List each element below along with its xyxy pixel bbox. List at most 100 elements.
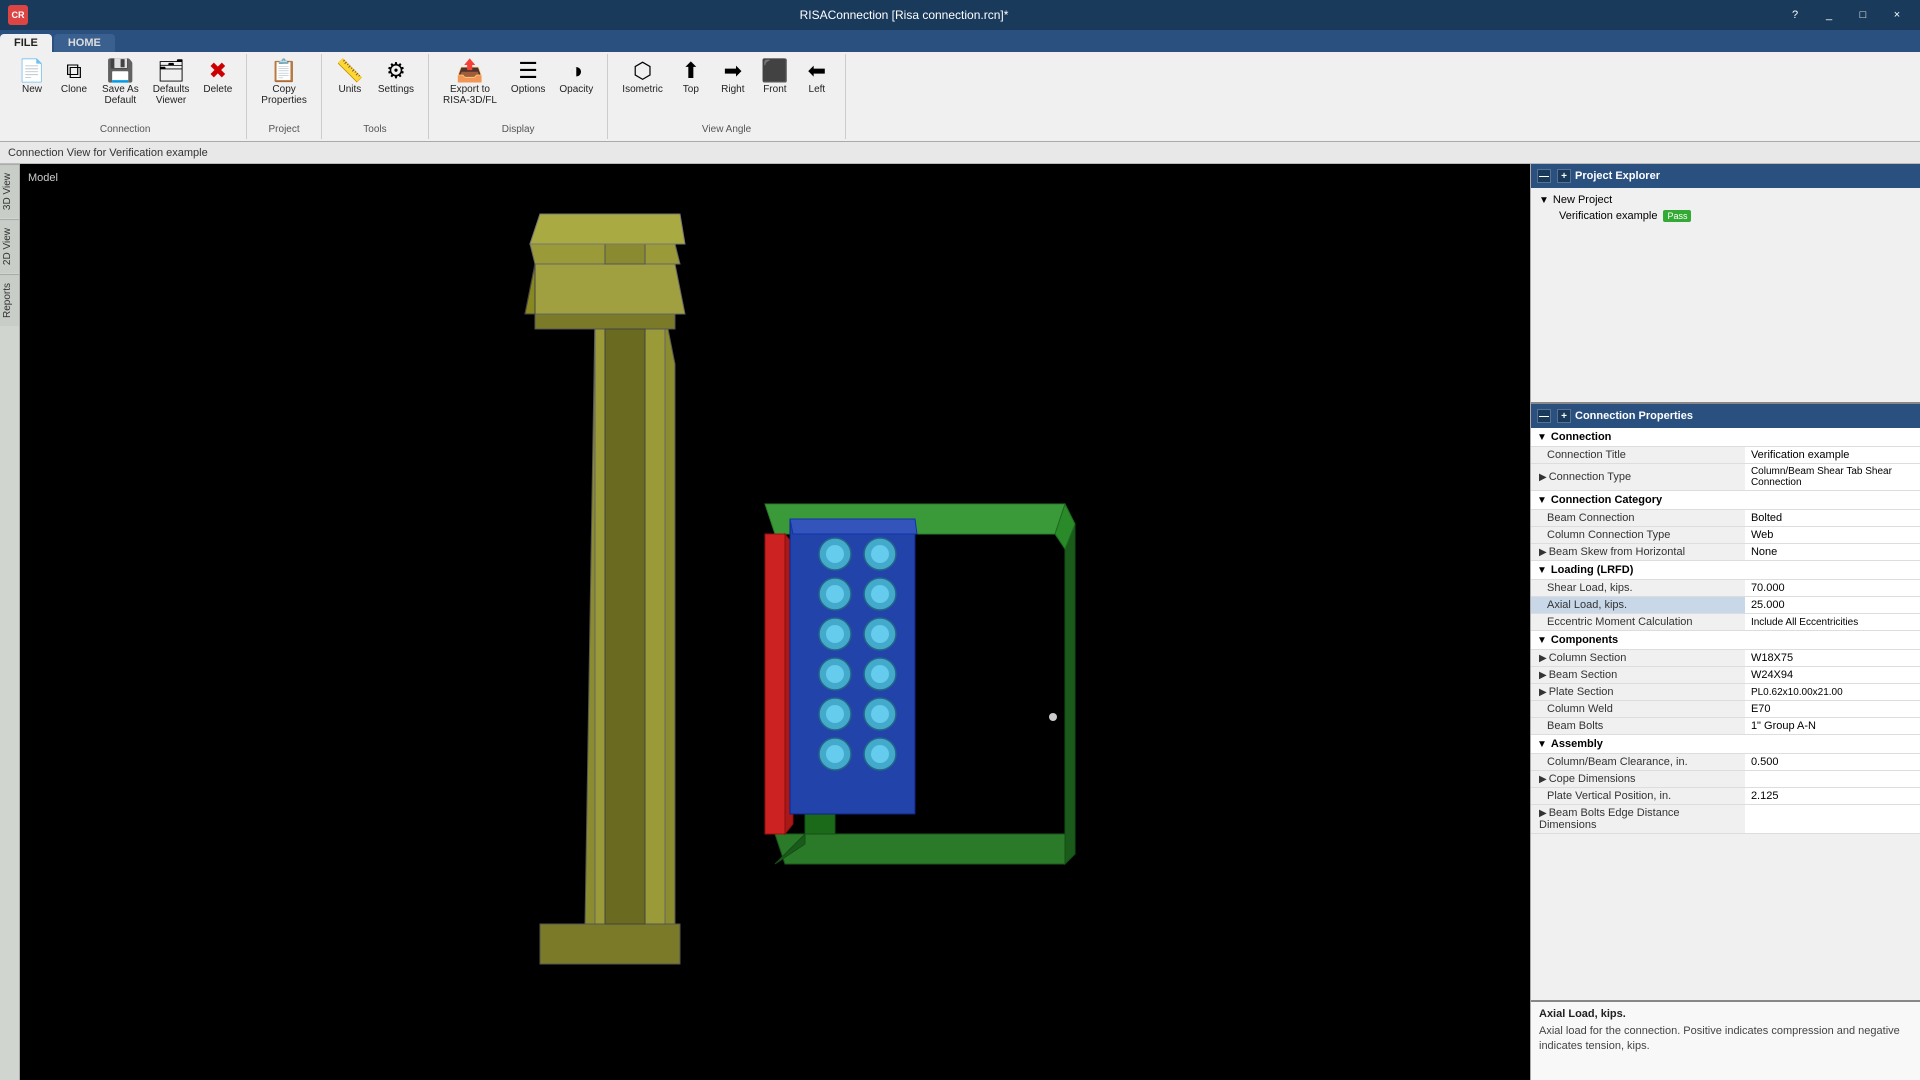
project-explorer-expand-btn[interactable]: + [1557,169,1571,183]
row-beam-bolts-edge[interactable]: ▶Beam Bolts Edge Distance Dimensions [1531,805,1920,834]
pass-badge: Pass [1663,210,1691,222]
new-button[interactable]: 📄 New [12,56,52,99]
cope-dimensions-value[interactable] [1745,771,1920,788]
eccentric-moment-label: Eccentric Moment Calculation [1531,614,1745,631]
tree-root-label: New Project [1553,194,1612,206]
project-explorer-panel: — + Project Explorer ▼ New Project Verif… [1531,164,1920,404]
copy-properties-button[interactable]: 📋 Copy Properties [255,56,313,110]
tab-file[interactable]: FILE [0,34,52,52]
row-cope-dimensions[interactable]: ▶Cope Dimensions [1531,771,1920,788]
connection-properties-panel: — + Connection Properties ▼ Connection Co… [1531,404,1920,1000]
beam-bolts-value[interactable]: 1" Group A-N [1745,718,1920,735]
project-explorer-title: Project Explorer [1575,170,1660,182]
tree-child-label: Verification example [1559,210,1657,222]
right-view-button[interactable]: ➡ Right [713,56,753,99]
column-connection-type-value[interactable]: Web [1745,527,1920,544]
sidebar-tab-3d-view[interactable]: 3D View [0,164,19,218]
info-panel: Axial Load, kips. Axial load for the con… [1531,1000,1920,1080]
conn-properties-collapse-btn[interactable]: — [1537,409,1551,423]
connection-group-items: 📄 New ⧉ Clone 💾 Save As Default 🗂 Defaul… [12,56,238,124]
project-tree: ▼ New Project Verification example Pass [1531,188,1920,228]
viewport[interactable]: Model [20,164,1530,1080]
settings-button[interactable]: ⚙ Settings [372,56,420,99]
column-section-label: ▶Column Section [1531,650,1745,667]
section-connection-category[interactable]: ▼Connection Category [1531,491,1920,510]
plate-section-value[interactable]: PL0.62x10.00x21.00 [1745,684,1920,701]
beam-connection-value[interactable]: Bolted [1745,510,1920,527]
3d-scene [20,164,1530,1080]
close-button[interactable]: × [1882,5,1912,25]
column-weld-label: Column Weld [1531,701,1745,718]
units-button[interactable]: 📏 Units [330,56,370,99]
section-assembly[interactable]: ▼Assembly [1531,735,1920,754]
sidebar-tab-reports[interactable]: Reports [0,274,19,326]
row-connection-type[interactable]: ▶Connection Type Column/Beam Shear Tab S… [1531,464,1920,491]
save-as-default-button[interactable]: 💾 Save As Default [96,56,145,110]
window-controls: ? _ □ × [1780,5,1912,25]
plate-vertical-pos-value[interactable]: 2.125 [1745,788,1920,805]
section-connection-label: Connection [1551,431,1612,443]
cope-dimensions-label: ▶Cope Dimensions [1531,771,1745,788]
isometric-button[interactable]: ⬡ Isometric [616,56,669,99]
opacity-button[interactable]: ◑ Opacity [553,56,599,99]
connection-type-label: ▶Connection Type [1531,464,1745,491]
minimize-button[interactable]: _ [1814,5,1844,25]
clone-button[interactable]: ⧉ Clone [54,56,94,99]
left-sidebar: 3D View 2D View Reports [0,164,20,1080]
project-explorer-collapse-btn[interactable]: — [1537,169,1551,183]
new-icon: 📄 [18,60,45,82]
tools-group-label: Tools [363,124,386,137]
connection-collapse-arrow: ▼ [1537,432,1547,443]
breadcrumb: Connection View for Verification example [0,142,1920,164]
export-label: Export to RISA-3D/FL [443,84,497,106]
left-view-button[interactable]: ⬅ Left [797,56,837,99]
front-view-label: Front [763,84,786,95]
row-column-section[interactable]: ▶Column Section W18X75 [1531,650,1920,667]
save-as-default-icon: 💾 [107,60,134,82]
row-eccentric-moment: Eccentric Moment Calculation Include All… [1531,614,1920,631]
copy-properties-label: Copy Properties [261,84,307,106]
conn-properties-header: — + Connection Properties [1531,404,1920,428]
ribbon: 📄 New ⧉ Clone 💾 Save As Default 🗂 Defaul… [0,52,1920,142]
help-button[interactable]: ? [1780,5,1810,25]
eccentric-moment-value[interactable]: Include All Eccentricities [1745,614,1920,631]
tree-child-item[interactable]: Verification example Pass [1539,208,1912,224]
top-view-icon: ⬆ [682,60,700,82]
row-shear-load: Shear Load, kips. 70.000 [1531,580,1920,597]
left-view-icon: ⬅ [808,60,826,82]
sidebar-tab-2d-view[interactable]: 2D View [0,219,19,273]
tab-home[interactable]: HOME [54,34,115,52]
conn-properties-expand-btn[interactable]: + [1557,409,1571,423]
column-weld-value[interactable]: E70 [1745,701,1920,718]
beam-bolts-edge-value[interactable] [1745,805,1920,834]
section-loading[interactable]: ▼Loading (LRFD) [1531,561,1920,580]
axial-load-value[interactable]: 25.000 [1745,597,1920,614]
ribbon-group-connection: 📄 New ⧉ Clone 💾 Save As Default 🗂 Defaul… [4,54,247,139]
row-beam-section[interactable]: ▶Beam Section W24X94 [1531,667,1920,684]
section-components[interactable]: ▼Components [1531,631,1920,650]
connection-type-value[interactable]: Column/Beam Shear Tab Shear Connection [1745,464,1920,491]
options-button[interactable]: ☰ Options [505,56,551,99]
beam-skew-value[interactable]: None [1745,544,1920,561]
connection-title-value[interactable]: Verification example [1745,447,1920,464]
column-beam-clearance-value[interactable]: 0.500 [1745,754,1920,771]
shear-load-value[interactable]: 70.000 [1745,580,1920,597]
column-section-value[interactable]: W18X75 [1745,650,1920,667]
right-panel: — + Project Explorer ▼ New Project Verif… [1530,164,1920,1080]
defaults-viewer-button[interactable]: 🗂 Defaults Viewer [147,56,196,110]
export-button[interactable]: 📤 Export to RISA-3D/FL [437,56,503,110]
display-group-items: 📤 Export to RISA-3D/FL ☰ Options ◑ Opaci… [437,56,599,124]
row-beam-skew[interactable]: ▶Beam Skew from Horizontal None [1531,544,1920,561]
right-view-icon: ➡ [724,60,742,82]
section-assembly-label: Assembly [1551,738,1603,750]
maximize-button[interactable]: □ [1848,5,1878,25]
delete-button[interactable]: ✖ Delete [197,56,238,99]
top-view-button[interactable]: ⬆ Top [671,56,711,99]
tree-root-item[interactable]: ▼ New Project [1539,192,1912,208]
conn-properties-title: Connection Properties [1575,410,1693,422]
row-plate-section[interactable]: ▶Plate Section PL0.62x10.00x21.00 [1531,684,1920,701]
project-explorer-header: — + Project Explorer [1531,164,1920,188]
section-connection[interactable]: ▼ Connection [1531,428,1920,447]
beam-section-value[interactable]: W24X94 [1745,667,1920,684]
front-view-button[interactable]: ⬛ Front [755,56,795,99]
